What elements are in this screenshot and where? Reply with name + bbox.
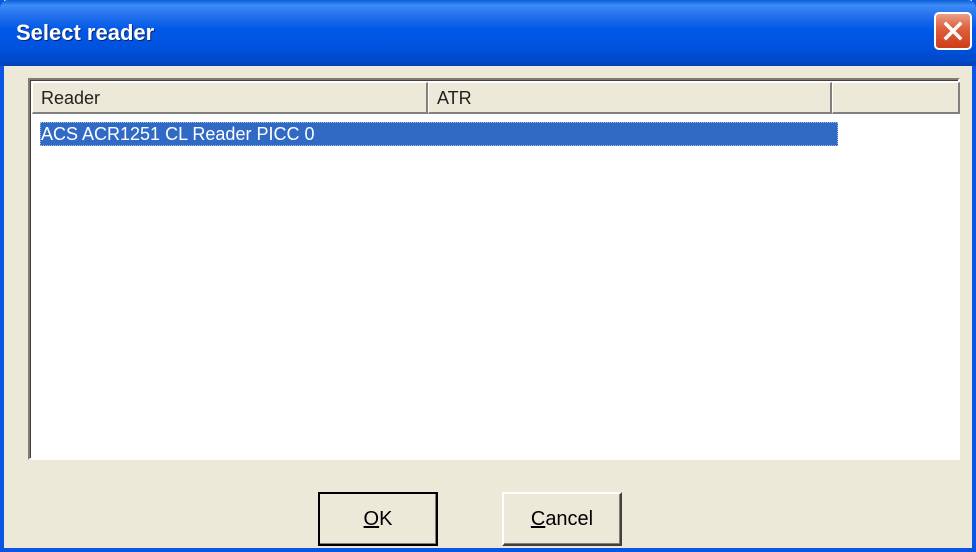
column-header-empty[interactable]	[832, 82, 960, 114]
cancel-button[interactable]: Cancel	[502, 492, 622, 546]
select-reader-dialog: Select reader Reader ATR ACS ACR1251 CL …	[0, 0, 976, 552]
close-icon	[943, 21, 963, 41]
title-bar[interactable]: Select reader	[0, 0, 976, 66]
close-button[interactable]	[934, 12, 972, 50]
ok-button-label: OK	[363, 507, 393, 530]
list-item-reader: ACS ACR1251 CL Reader PICC 0	[41, 124, 315, 144]
reader-list[interactable]: Reader ATR ACS ACR1251 CL Reader PICC 0	[28, 78, 960, 460]
window-title: Select reader	[16, 20, 155, 45]
list-item[interactable]: ACS ACR1251 CL Reader PICC 0	[40, 122, 838, 146]
cancel-button-label: Cancel	[530, 507, 594, 530]
column-header-atr[interactable]: ATR	[428, 82, 832, 114]
column-header-reader[interactable]: Reader	[32, 82, 428, 114]
list-header: Reader ATR	[32, 82, 960, 114]
ok-button[interactable]: OK	[318, 492, 438, 546]
